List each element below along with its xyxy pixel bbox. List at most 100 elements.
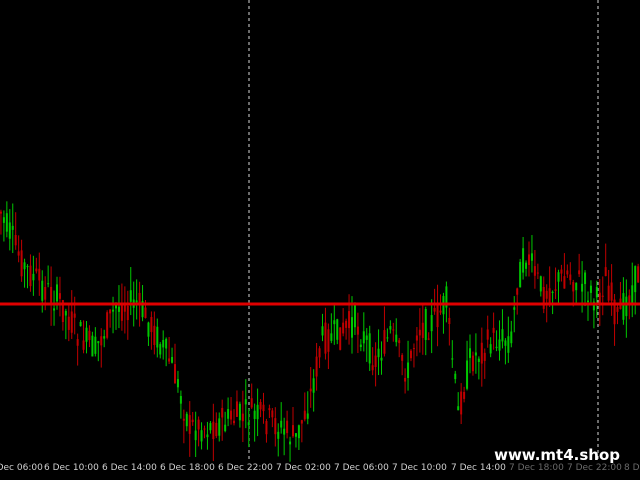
candle-body [539, 276, 542, 292]
candle-body [371, 365, 374, 371]
candle-body [35, 268, 38, 272]
candle-body [103, 336, 106, 339]
candle-body [238, 403, 241, 421]
candle-body [471, 355, 474, 372]
candle-body [631, 285, 634, 304]
candle-body [504, 340, 507, 346]
candle-body [38, 268, 41, 281]
candle-body [545, 290, 548, 299]
candle-body [548, 288, 551, 305]
candle-body [507, 336, 510, 353]
candle-body [528, 254, 530, 265]
candle-body [224, 424, 227, 432]
candle-body [174, 364, 176, 384]
candle-body [495, 346, 498, 348]
candle-body [182, 418, 185, 421]
candle-body [64, 310, 67, 316]
candle-body [634, 266, 637, 293]
candle-body [244, 399, 247, 405]
candle-body [11, 225, 14, 230]
candle-body [26, 266, 29, 268]
candle-body [215, 422, 218, 437]
candle-body [421, 322, 424, 338]
candle-body [637, 266, 640, 283]
candle-body [463, 392, 466, 399]
x-axis-tick-label: 7 Dec 14:00 [451, 463, 506, 473]
candle-body [351, 317, 353, 338]
candle-body [241, 413, 244, 422]
candle-body [303, 410, 306, 420]
candle-body [522, 248, 525, 273]
candle-body [551, 291, 554, 293]
candle-body [401, 355, 404, 361]
candle-body [250, 398, 253, 408]
candle-body [165, 338, 168, 349]
candle-body [557, 272, 560, 282]
candle-body [235, 401, 238, 417]
candle-body [47, 283, 50, 285]
candle-body [525, 262, 528, 269]
candle-body [359, 344, 362, 347]
candle-body [560, 269, 563, 274]
candle-body [138, 292, 141, 304]
candle-body [492, 327, 495, 333]
candle-body [200, 430, 203, 442]
candle-body [297, 425, 300, 439]
x-axis-tick-label: 7 Dec 22:00 [567, 463, 622, 473]
candle-body [259, 402, 262, 410]
candle-body [457, 406, 460, 411]
candle-body [572, 282, 575, 292]
candle-body [368, 333, 371, 364]
candle-body [277, 431, 280, 439]
candle-body [82, 340, 85, 350]
candle-body [501, 329, 504, 342]
candle-body [162, 339, 165, 348]
candle-body [554, 289, 557, 291]
candle-body [486, 329, 489, 340]
candle-body [176, 379, 179, 388]
candle-body [306, 413, 309, 419]
candle-body [392, 329, 395, 331]
candle-body [20, 250, 23, 277]
candle-body [17, 251, 20, 256]
candle-body [147, 322, 150, 337]
candle-body [218, 418, 221, 436]
x-axis-tick-label: 7 Dec 10:00 [392, 463, 447, 473]
candle-body [333, 320, 336, 325]
candle-body [469, 348, 471, 358]
candle-body [209, 423, 212, 431]
candle-body [32, 273, 35, 281]
candle-body [604, 267, 607, 276]
candle-body [610, 282, 613, 301]
price-chart[interactable]: 6 Dec 06:006 Dec 10:006 Dec 14:006 Dec 1… [0, 0, 640, 480]
candle-body [584, 272, 587, 285]
candle-body [410, 350, 412, 359]
candle-body [227, 409, 230, 419]
candle-body [109, 309, 112, 314]
candle-body [448, 317, 451, 325]
x-axis-tick-label: 6 Dec 22:00 [218, 463, 273, 473]
candle-body [533, 266, 536, 276]
candle-body [294, 433, 297, 437]
candle-body [262, 404, 265, 412]
candle-body [516, 288, 519, 295]
candle-body [115, 305, 117, 309]
candle-body [427, 338, 430, 340]
candle-body [439, 310, 442, 313]
x-axis-tick-label: 7 Dec 18:00 [509, 463, 564, 473]
candle-body [315, 356, 318, 377]
candle-body [2, 217, 5, 223]
candle-body [29, 265, 32, 287]
candle-body [88, 330, 91, 341]
candle-body [345, 320, 348, 328]
candle-body [563, 276, 566, 289]
candle-body [309, 388, 312, 392]
candle-body [212, 421, 215, 440]
candle-body [135, 300, 138, 303]
candle-body [395, 334, 398, 343]
candle-body [286, 420, 289, 434]
candle-body [598, 292, 601, 304]
candle-body [117, 306, 120, 312]
candle-body [5, 213, 8, 232]
candle-body [415, 335, 418, 341]
